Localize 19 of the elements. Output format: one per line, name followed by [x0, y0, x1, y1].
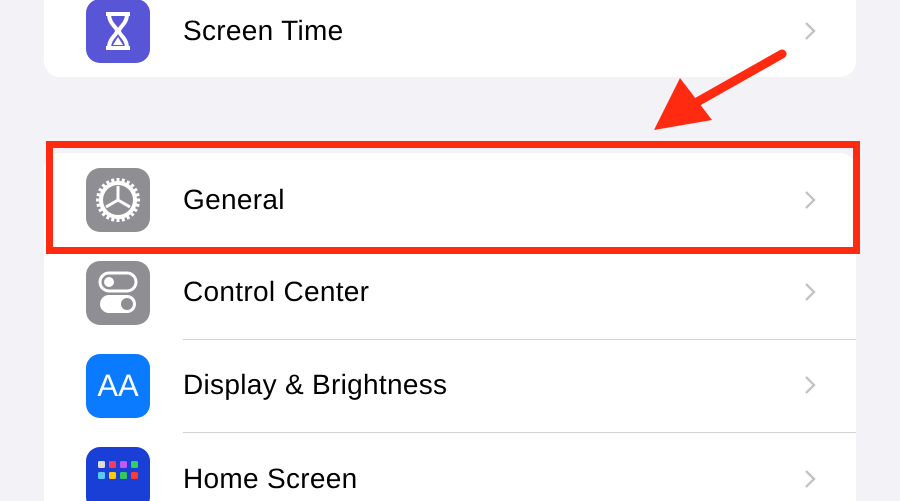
chevron-icon	[804, 375, 816, 395]
settings-row[interactable]: General	[44, 153, 856, 246]
chevron-icon	[804, 190, 816, 210]
row-label: Screen Time	[183, 14, 344, 46]
row-label: General	[183, 184, 286, 216]
settings-row[interactable]: Screen Time	[44, 0, 856, 77]
settings-row[interactable]: Home Screen	[44, 432, 856, 501]
settings-row[interactable]: AA Display & Brightness	[44, 339, 856, 432]
app-grid-icon	[86, 446, 150, 501]
gear-icon	[86, 168, 150, 232]
toggle-switches-icon	[86, 260, 150, 324]
row-label: Display & Brightness	[183, 369, 448, 401]
row-label: Control Center	[183, 276, 370, 308]
chevron-icon	[804, 282, 816, 302]
chevron-icon	[804, 468, 816, 488]
text-size-icon: AA	[86, 354, 150, 418]
row-label: Home Screen	[183, 462, 358, 494]
settings-row[interactable]: Control Center	[44, 246, 856, 339]
chevron-icon	[804, 20, 816, 40]
